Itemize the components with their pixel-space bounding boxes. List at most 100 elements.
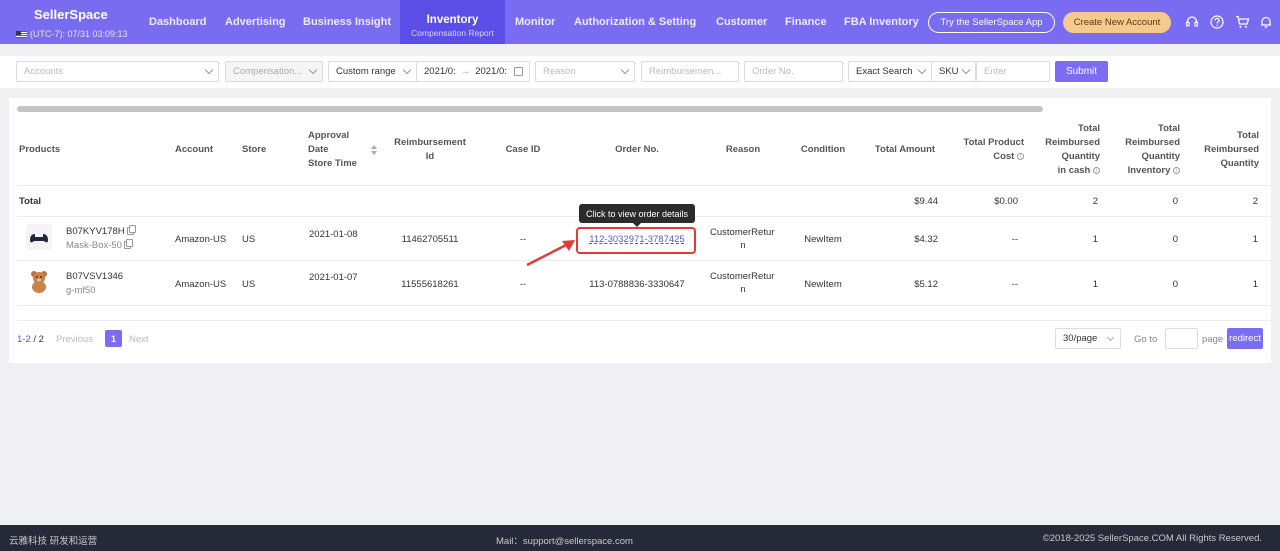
cart-icon[interactable] bbox=[1234, 14, 1250, 30]
qty-total-cell: 1 bbox=[1252, 279, 1258, 290]
col-condition: Condition bbox=[800, 144, 846, 155]
date-range-picker[interactable]: 2021/0: → 2021/0: bbox=[416, 61, 530, 82]
chevron-down-icon bbox=[1106, 333, 1115, 342]
compensation-placeholder: Compensation... bbox=[233, 66, 303, 77]
table-bottom-divider bbox=[17, 320, 1271, 321]
case-id-cell: -- bbox=[519, 279, 527, 290]
us-flag-icon bbox=[16, 30, 27, 38]
product-asin-text: B07KYV178H bbox=[66, 226, 125, 237]
col-products: Products bbox=[19, 144, 61, 155]
store-cell: US bbox=[242, 279, 256, 290]
nav-authorization-setting[interactable]: Authorization & Setting bbox=[574, 0, 696, 44]
chevron-down-icon bbox=[917, 65, 927, 75]
accounts-placeholder: Accounts bbox=[24, 66, 64, 77]
next-page-button[interactable]: Next bbox=[129, 334, 149, 345]
account-cell: Amazon-US bbox=[175, 279, 227, 290]
total-row-cost: $0.00 bbox=[994, 196, 1018, 207]
create-account-button[interactable]: Create New Account bbox=[1063, 12, 1171, 33]
reason-cell: CustomerRetur n bbox=[710, 270, 780, 296]
col-qty-in-cash: Total Reimbursed Quantity in cash i bbox=[1030, 122, 1100, 178]
nav-customer[interactable]: Customer bbox=[716, 0, 767, 44]
horizontal-scrollbar[interactable] bbox=[17, 106, 1043, 112]
footer-copyright: ©2018-2025 SellerSpace.COM All Rights Re… bbox=[1042, 533, 1262, 544]
nav-advertising[interactable]: Advertising bbox=[225, 0, 286, 44]
pagination-summary: 1-2 / 2 bbox=[17, 334, 44, 345]
row-divider bbox=[17, 305, 1271, 306]
order-number-input[interactable]: Order No. bbox=[744, 61, 843, 82]
col-order-no: Order No. bbox=[615, 144, 659, 155]
nav-finance[interactable]: Finance bbox=[785, 0, 827, 44]
copy-icon[interactable] bbox=[126, 225, 136, 236]
accounts-select[interactable]: Accounts bbox=[16, 61, 219, 82]
qty-inventory-cell: 0 bbox=[1172, 279, 1178, 290]
total-row-qty-cash: 2 bbox=[1092, 196, 1098, 207]
col-qty-in-cash-line1: Total bbox=[1078, 123, 1100, 134]
condition-cell: NewItem bbox=[804, 234, 842, 245]
col-total-amount: Total Amount bbox=[874, 144, 936, 155]
search-field-select[interactable]: SKU bbox=[931, 61, 976, 82]
chevron-down-icon bbox=[620, 65, 630, 75]
page-size-value: 30/page bbox=[1063, 333, 1098, 344]
nav-inventory[interactable]: Inventory Compensation Report bbox=[400, 0, 505, 44]
info-icon[interactable]: i bbox=[1173, 166, 1180, 174]
brand-logo[interactable]: SellerSpace bbox=[34, 7, 108, 22]
product-thumbnail[interactable] bbox=[26, 268, 52, 294]
col-total-product-cost-line2: Cost bbox=[993, 151, 1015, 162]
nav-fba-inventory[interactable]: FBA Inventory bbox=[844, 0, 919, 44]
bell-icon[interactable] bbox=[1258, 14, 1274, 30]
redirect-button[interactable]: redirect bbox=[1227, 328, 1263, 349]
goto-page-input[interactable] bbox=[1165, 328, 1198, 349]
reimbursement-id-input[interactable]: Reimbursemen... bbox=[641, 61, 739, 82]
date-range-preset-select[interactable]: Custom range bbox=[328, 61, 417, 82]
product-asin[interactable]: B07VSV1346 bbox=[66, 270, 123, 283]
col-qty-total-line3: Quantity bbox=[1220, 158, 1259, 169]
store-cell: US bbox=[242, 234, 256, 245]
reimbursement-id-cell: 11555618261 bbox=[401, 279, 459, 290]
col-total-product-cost-line1: Total Product bbox=[963, 137, 1024, 148]
nav-business-insight[interactable]: Business Insight bbox=[303, 0, 391, 44]
help-icon[interactable] bbox=[1209, 14, 1225, 30]
col-store: Store bbox=[242, 144, 267, 155]
headset-icon[interactable] bbox=[1184, 14, 1200, 30]
reimbursement-id-cell: 11462705511 bbox=[401, 234, 459, 245]
match-mode-select[interactable]: Exact Search bbox=[848, 61, 932, 82]
previous-page-button[interactable]: Previous bbox=[56, 334, 93, 345]
col-qty-inventory-line4: Inventory bbox=[1127, 165, 1171, 176]
match-mode-value: Exact Search bbox=[856, 66, 913, 77]
account-cell: Amazon-US bbox=[175, 234, 227, 245]
reason-placeholder: Reason bbox=[543, 66, 576, 77]
compensation-select[interactable]: Compensation... bbox=[225, 61, 323, 82]
info-icon[interactable]: i bbox=[1093, 166, 1100, 174]
reimbursement-placeholder: Reimbursemen... bbox=[649, 66, 722, 77]
footer-company: 云雅科技 研发和运营 bbox=[9, 536, 98, 547]
col-reimbursement-id-line2: Id bbox=[425, 151, 435, 162]
submit-button[interactable]: Submit bbox=[1055, 61, 1108, 82]
try-app-button[interactable]: Try the SellerSpace App bbox=[928, 12, 1055, 33]
total-cost-cell: -- bbox=[1011, 234, 1018, 245]
info-icon[interactable]: i bbox=[1017, 152, 1024, 160]
nav-monitor[interactable]: Monitor bbox=[515, 0, 555, 44]
page-size-select[interactable]: 30/page bbox=[1055, 328, 1121, 349]
annotation-highlight-box bbox=[576, 227, 696, 254]
reason-select[interactable]: Reason bbox=[535, 61, 635, 82]
search-input[interactable]: Enter bbox=[976, 61, 1050, 82]
page-1-button[interactable]: 1 bbox=[105, 330, 122, 347]
col-qty-inventory-line3: Quantity bbox=[1141, 151, 1180, 162]
nav-dashboard[interactable]: Dashboard bbox=[149, 0, 206, 44]
col-qty-total-line1: Total bbox=[1237, 130, 1259, 141]
total-row-label: Total bbox=[19, 196, 41, 207]
timezone-text: (UTC-7): 07/31 03:09:13 bbox=[30, 29, 128, 39]
qty-cash-cell: 1 bbox=[1092, 234, 1098, 245]
col-approval-date[interactable]: Approval Date Store Time bbox=[308, 129, 357, 171]
copy-icon[interactable] bbox=[123, 239, 133, 250]
col-reason: Reason bbox=[725, 144, 761, 155]
col-qty-in-cash-line4: in cash bbox=[1057, 165, 1091, 176]
order-number-link[interactable]: 113-0788836-3330647 bbox=[583, 278, 691, 291]
product-asin[interactable]: B07KYV178H bbox=[66, 225, 136, 238]
total-row-amount: $9.44 bbox=[914, 196, 938, 207]
timezone-clock: (UTC-7): 07/31 03:09:13 bbox=[16, 29, 128, 39]
footer-mail[interactable]: Mail：support@sellerspace.com bbox=[496, 533, 633, 547]
product-thumbnail[interactable] bbox=[26, 224, 52, 250]
sort-icon[interactable] bbox=[371, 145, 377, 155]
reason-line2: n bbox=[740, 240, 746, 251]
